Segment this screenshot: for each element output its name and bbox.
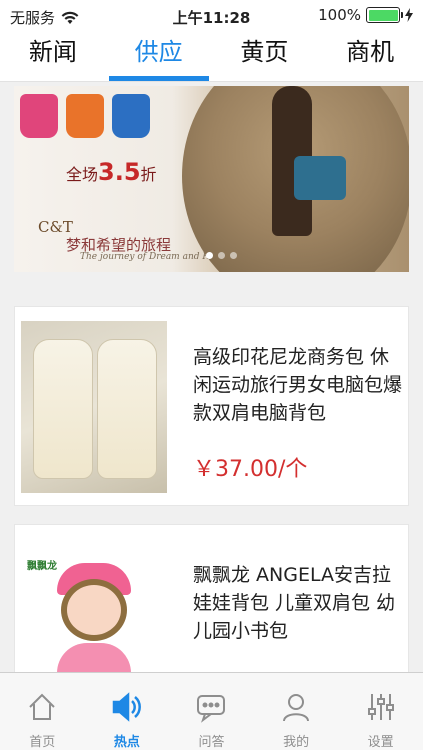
banner-dot[interactable]: [230, 252, 237, 259]
promo-suffix: 折: [140, 165, 157, 184]
product-image: [21, 321, 167, 493]
tab-hot-label: 热点: [113, 735, 140, 750]
user-icon: [283, 694, 310, 722]
status-bar: 无服务 上午11:28 100%: [0, 0, 423, 32]
banner-page-indicator[interactable]: [206, 252, 237, 259]
bottom-tab-bar: 首页 热点 问答 我的 设置: [0, 672, 423, 750]
tab-settings-label: 设置: [367, 735, 394, 750]
banner-promo: 全场3.5折: [66, 158, 157, 186]
top-tabs: 新闻 供应 黄页 商机: [0, 32, 423, 82]
banner-model-photo: [182, 86, 409, 272]
brand-logo: 飘飘龙: [27, 561, 57, 572]
speaker-icon: [112, 692, 141, 722]
battery-status: 100%: [318, 6, 413, 24]
banner-dot[interactable]: [218, 252, 225, 259]
tab-hot[interactable]: 热点: [85, 673, 170, 750]
banner-dot[interactable]: [206, 252, 213, 259]
charging-icon: [405, 8, 413, 22]
tab-mine[interactable]: 我的: [254, 673, 339, 750]
product-title: 飘飘龙 ANGELA安吉拉娃娃背包 儿童双肩包 幼儿园小书包: [193, 564, 396, 642]
battery-percent: 100%: [318, 6, 361, 24]
product-price: ￥37.00/个: [193, 457, 308, 482]
product-image: 飘飘龙: [21, 539, 167, 683]
tab-settings[interactable]: 设置: [338, 673, 423, 750]
promo-prefix: 全场: [66, 165, 99, 184]
settings-icon: [367, 694, 394, 720]
product-title: 高级印花尼龙商务包 休闲运动旅行男女电脑包爆款双肩电脑背包: [193, 346, 403, 424]
product-card[interactable]: 飘飘龙 飘飘龙 ANGELA安吉拉娃娃背包 儿童双肩包 幼儿园小书包 ￥35.0…: [14, 524, 409, 684]
tab-qa-label: 问答: [198, 735, 225, 750]
home-icon: [29, 693, 56, 720]
tab-news[interactable]: 新闻: [0, 32, 106, 81]
tab-yellow-pages[interactable]: 黄页: [212, 32, 318, 81]
promo-banner[interactable]: 全场3.5折 C&T 梦和希望的旅程 The journey of Dream …: [14, 86, 409, 272]
battery-icon: [366, 7, 403, 23]
tab-business[interactable]: 商机: [317, 32, 423, 81]
tab-home[interactable]: 首页: [0, 673, 85, 750]
promo-value: 3.5: [98, 158, 141, 186]
tab-mine-label: 我的: [283, 735, 310, 750]
tab-supply[interactable]: 供应: [106, 32, 212, 81]
chat-icon: [197, 695, 226, 723]
tab-qa[interactable]: 问答: [169, 673, 254, 750]
product-card[interactable]: 高级印花尼龙商务包 休闲运动旅行男女电脑包爆款双肩电脑背包 ￥37.00/个: [14, 306, 409, 506]
banner-bags-image: [20, 94, 150, 138]
tab-home-label: 首页: [29, 735, 56, 750]
